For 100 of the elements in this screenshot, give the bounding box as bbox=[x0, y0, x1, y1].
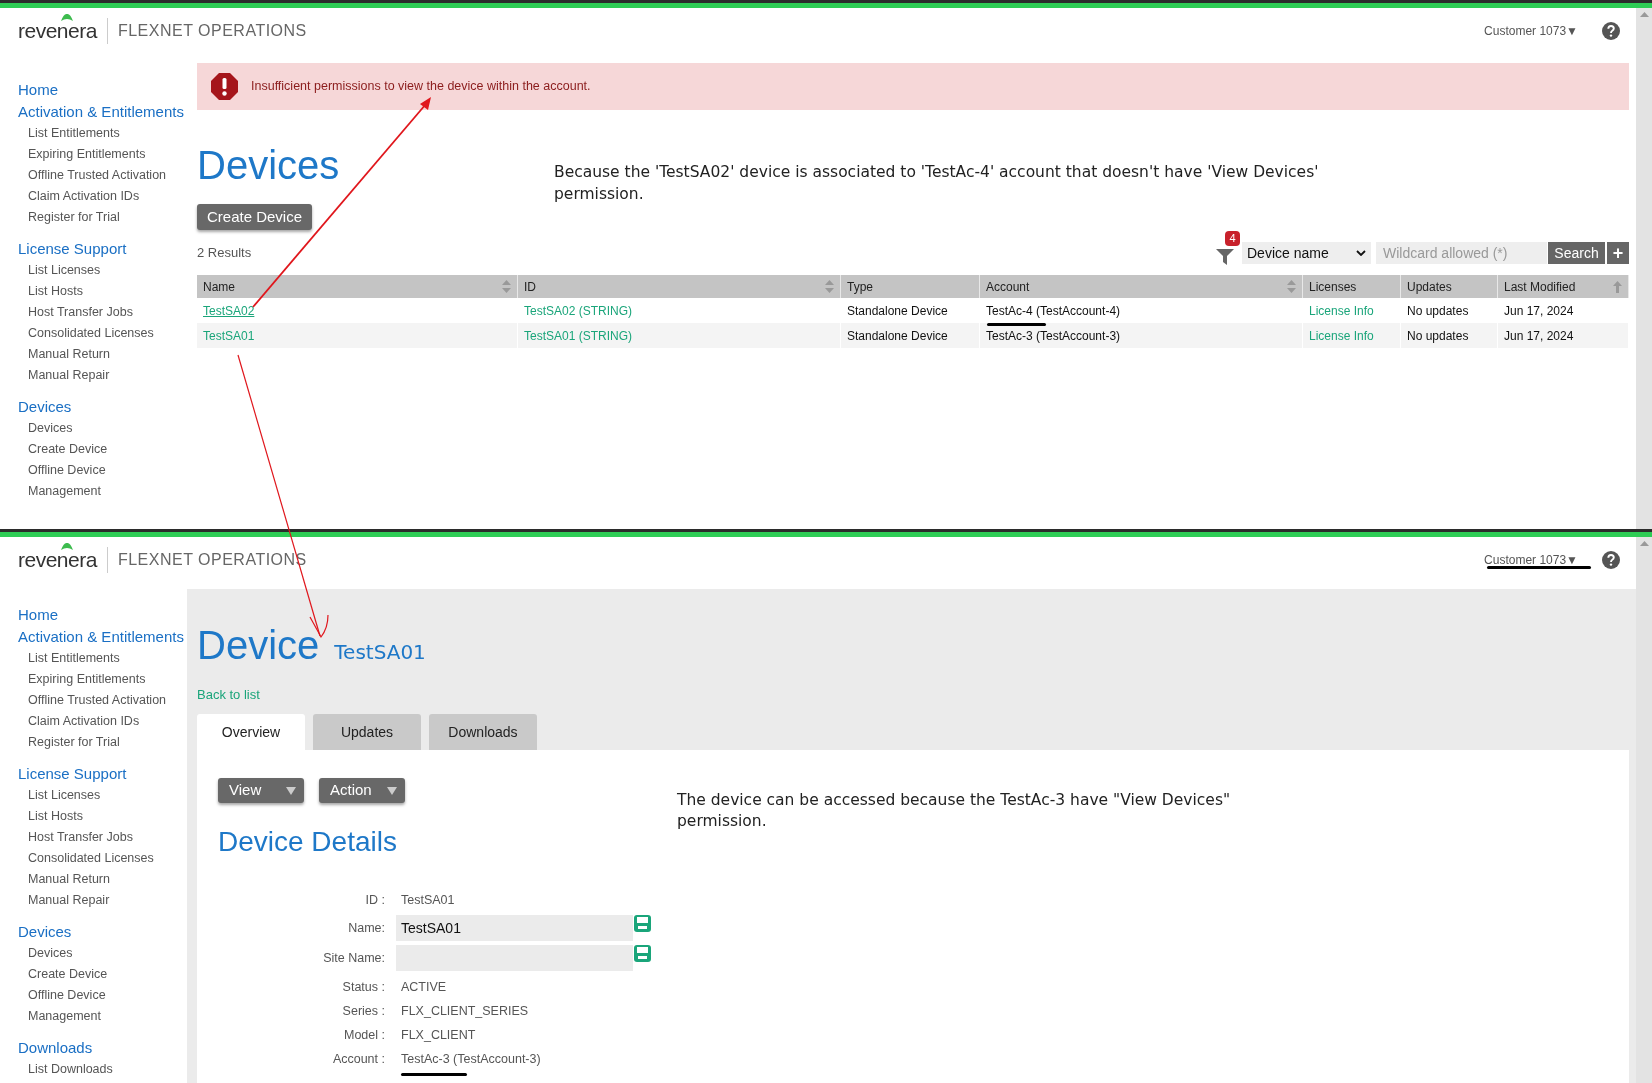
nav-item[interactable]: List Hosts bbox=[18, 281, 168, 302]
table-cell-text: TestAc-4 (TestAccount-4) bbox=[986, 302, 1121, 320]
field-value: TestSA01 bbox=[401, 891, 455, 909]
account-menu[interactable]: Customer 1073▼ bbox=[1484, 21, 1578, 40]
account-menu[interactable]: Customer 1073▼ bbox=[1484, 550, 1578, 569]
tab[interactable]: Updates bbox=[313, 714, 421, 750]
field-value: TestAc-3 (TestAccount-3) bbox=[401, 1050, 541, 1068]
nav-heading[interactable]: Home bbox=[18, 79, 58, 101]
nav-item[interactable]: Manual Repair bbox=[18, 365, 168, 386]
search-input[interactable]: Wildcard allowed (*) bbox=[1376, 242, 1547, 264]
caret-icon bbox=[286, 786, 296, 795]
nav-heading[interactable]: Home bbox=[18, 604, 58, 626]
sort-ascending-icon[interactable] bbox=[1613, 280, 1622, 293]
nav-item[interactable]: List Hosts bbox=[18, 806, 168, 827]
nav-item[interactable]: Manual Return bbox=[18, 869, 168, 890]
nav-item[interactable]: Offline Device Management bbox=[18, 985, 168, 1027]
field-value: FLX_CLIENT_SERIES bbox=[401, 1002, 529, 1020]
nav-item[interactable]: Devices bbox=[18, 943, 168, 964]
nav-item[interactable]: Expiring Entitlements bbox=[18, 669, 168, 690]
field-value: FLX_CLIENT bbox=[401, 1026, 476, 1044]
create-device-button[interactable]: Create Device bbox=[197, 204, 313, 230]
nav-item[interactable]: Claim Activation IDs bbox=[18, 711, 168, 732]
nav-item[interactable]: Manual Repair bbox=[18, 890, 168, 911]
annotation-note: Because the 'TestSA02' device is associated to 'TestAc-4' account that doesn't have 'View Devices' permission. bbox=[554, 162, 1320, 205]
annotation-note: The device can be accessed because the TestAc-3 have "View Devices" permission. bbox=[677, 790, 1232, 832]
page-title: Device bbox=[197, 622, 320, 669]
nav-item[interactable]: Create Device bbox=[18, 439, 168, 460]
leaf-icon bbox=[61, 12, 73, 21]
table-cell-text: Jun 17, 2024 bbox=[1504, 302, 1574, 320]
nav-heading[interactable]: License Support bbox=[18, 238, 127, 260]
error-icon bbox=[211, 73, 238, 100]
field-label: Status : bbox=[341, 978, 385, 996]
nav-heading[interactable]: Downloads bbox=[18, 1037, 93, 1059]
field-label: Account : bbox=[331, 1050, 385, 1068]
nav-item[interactable]: List Licenses bbox=[18, 785, 168, 806]
text-input[interactable] bbox=[396, 945, 633, 971]
underline-mark bbox=[401, 1073, 467, 1076]
chevron-down-icon bbox=[1356, 250, 1366, 256]
filter-icon[interactable] bbox=[1216, 249, 1234, 265]
save-icon[interactable] bbox=[634, 915, 651, 932]
logo-text: revenera bbox=[18, 21, 97, 40]
nav-item[interactable]: Create Device bbox=[18, 964, 168, 985]
nav-item[interactable]: Register for Trial bbox=[18, 207, 168, 228]
sort-icon[interactable] bbox=[1287, 280, 1296, 293]
nav-item[interactable]: List Entitlements bbox=[18, 648, 168, 669]
help-icon[interactable] bbox=[1602, 21, 1620, 40]
add-button[interactable]: + bbox=[1607, 242, 1629, 264]
scrollbar[interactable] bbox=[1636, 8, 1652, 529]
table-cell-text: Standalone Device bbox=[847, 302, 948, 320]
scrollbar[interactable] bbox=[1636, 537, 1652, 1083]
alert-message: Insufficient permissions to view the device within the account. bbox=[251, 78, 591, 96]
nav-item[interactable]: Offline Device Management bbox=[18, 460, 168, 502]
nav-item[interactable]: Register for Trial bbox=[18, 732, 168, 753]
table-cell-text: No updates bbox=[1407, 302, 1469, 320]
filter-count-badge: 4 bbox=[1225, 231, 1240, 246]
field-label: Model : bbox=[343, 1026, 385, 1044]
results-count: 2 Results bbox=[197, 244, 252, 263]
search-button[interactable]: Search bbox=[1548, 242, 1605, 264]
section-title: Device Details bbox=[218, 828, 397, 856]
nav-heading[interactable]: License Support bbox=[18, 763, 127, 785]
save-icon[interactable] bbox=[634, 945, 651, 962]
nav-item[interactable]: Manual Return bbox=[18, 344, 168, 365]
nav-heading[interactable]: Devices bbox=[18, 921, 72, 943]
nav-item[interactable]: Claim Activation IDs bbox=[18, 186, 168, 207]
nav-heading[interactable]: Activation & Entitlements bbox=[18, 626, 184, 648]
help-icon[interactable] bbox=[1602, 550, 1620, 569]
scroll-up-icon[interactable] bbox=[1639, 12, 1649, 17]
menu-button[interactable]: View bbox=[218, 778, 304, 803]
text-input[interactable]: TestSA01 bbox=[396, 915, 633, 941]
product-name: FLEXNET OPERATIONS bbox=[117, 20, 307, 41]
field-label: Name: bbox=[347, 919, 385, 937]
nav-item[interactable]: List Downloads bbox=[18, 1059, 168, 1080]
nav-item[interactable]: Consolidated Licenses bbox=[18, 323, 168, 344]
logo-text: revenera bbox=[18, 550, 97, 569]
table-cell-text: Jun 17, 2024 bbox=[1504, 327, 1574, 345]
table-cell-text: Standalone Device bbox=[847, 327, 948, 345]
nav-item[interactable]: Offline Trusted Activation bbox=[18, 165, 168, 186]
nav-item[interactable]: Host Transfer Jobs bbox=[18, 302, 168, 323]
sort-icon[interactable] bbox=[825, 280, 834, 293]
field-value: ACTIVE bbox=[401, 978, 447, 996]
nav-item[interactable]: Host Transfer Jobs bbox=[18, 827, 168, 848]
nav-item[interactable]: Offline Trusted Activation bbox=[18, 690, 168, 711]
nav-item[interactable]: List Licenses bbox=[18, 260, 168, 281]
nav-heading[interactable]: Activation & Entitlements bbox=[18, 101, 184, 123]
table-cell-text: No updates bbox=[1407, 327, 1469, 345]
tab[interactable]: Overview bbox=[197, 714, 305, 750]
sort-icon[interactable] bbox=[502, 280, 511, 293]
nav-item[interactable]: Expiring Entitlements bbox=[18, 144, 168, 165]
nav-heading[interactable]: Devices bbox=[18, 396, 72, 418]
nav-item[interactable]: Consolidated Licenses bbox=[18, 848, 168, 869]
nav-item[interactable]: Devices bbox=[18, 418, 168, 439]
scroll-up-icon[interactable] bbox=[1639, 541, 1649, 546]
field-label: Series : bbox=[341, 1002, 385, 1020]
field-label: ID : bbox=[364, 891, 385, 909]
device-name-subtitle: TestSA01 bbox=[334, 639, 426, 666]
underline-mark bbox=[987, 323, 1046, 326]
menu-button[interactable]: Action bbox=[319, 778, 405, 803]
nav-item[interactable]: List Entitlements bbox=[18, 123, 168, 144]
search-field-select[interactable]: Device name bbox=[1242, 242, 1371, 264]
tab[interactable]: Downloads bbox=[429, 714, 537, 750]
